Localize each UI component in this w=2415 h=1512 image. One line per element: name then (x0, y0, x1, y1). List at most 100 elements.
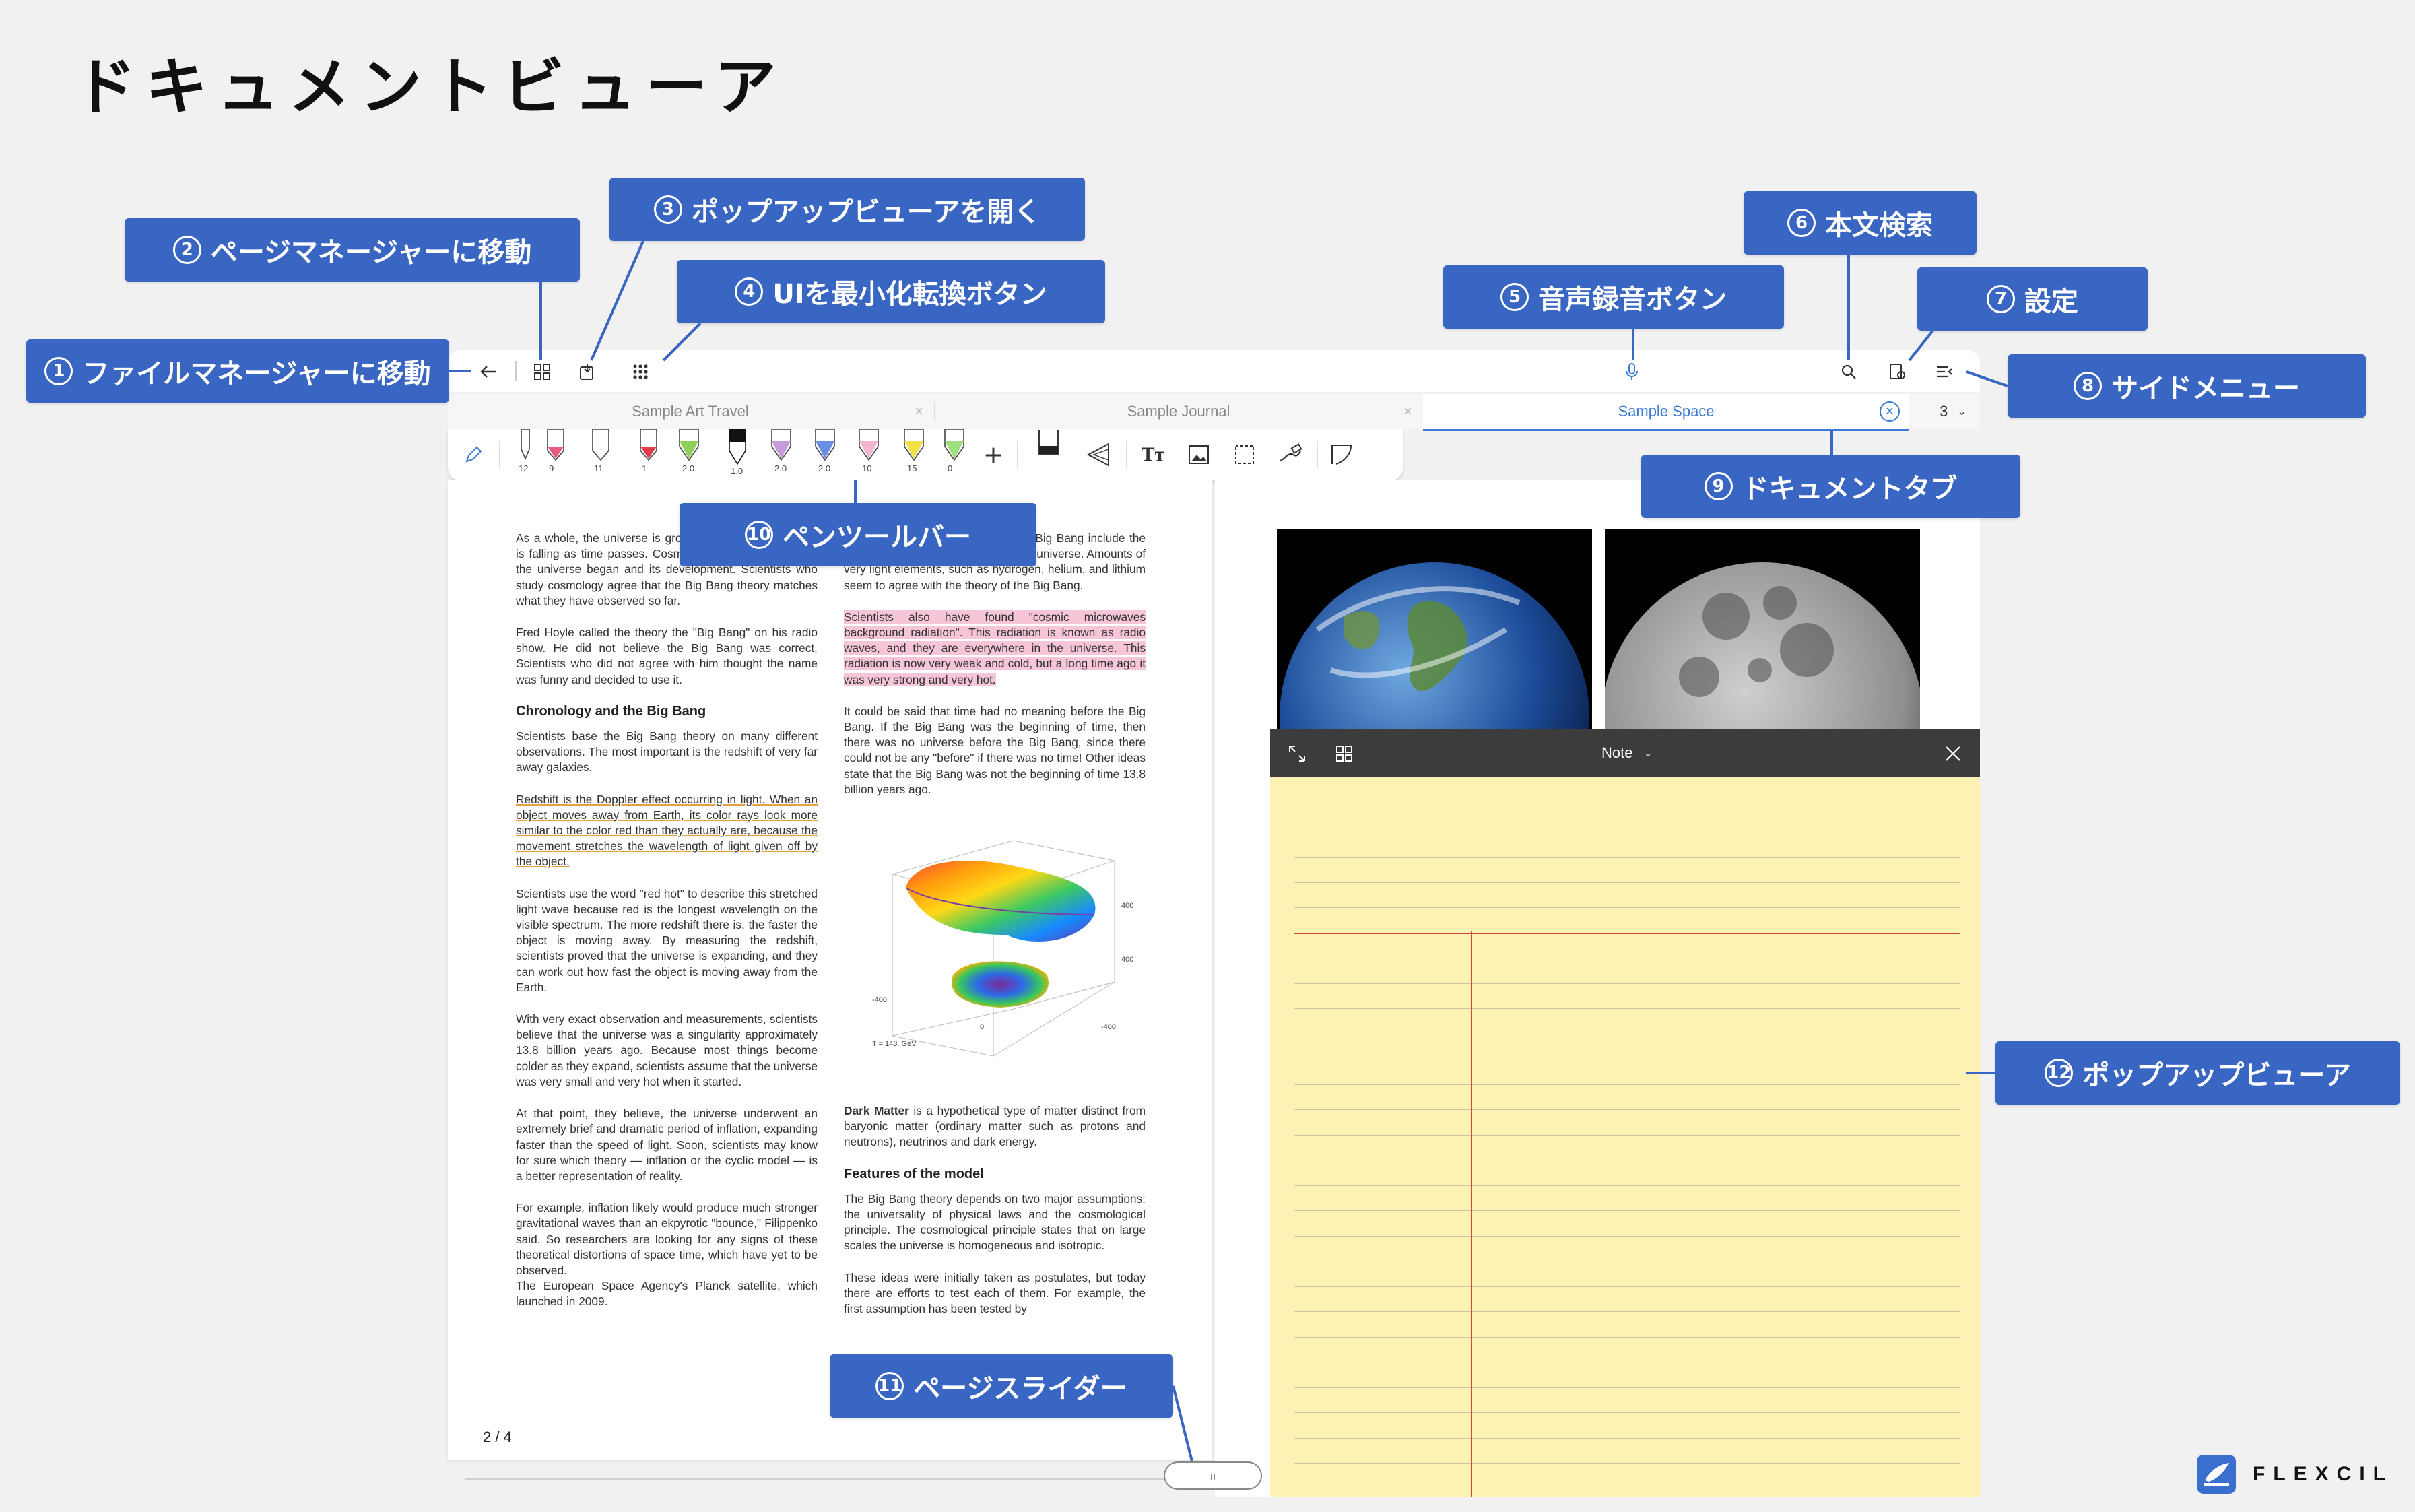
tab-sample-journal[interactable]: Sample Journal × (935, 394, 1422, 429)
pen-tool[interactable]: 0 (941, 428, 968, 473)
note-title: Note (1601, 744, 1633, 761)
page-slider-handle[interactable]: ıı (1164, 1461, 1262, 1490)
pen-size: 1.0 (731, 466, 743, 476)
tab-label: Sample Space (1618, 403, 1715, 420)
add-pen-icon[interactable]: + (980, 441, 1007, 469)
chevron-down-icon: ⌄ (1643, 748, 1653, 759)
settings-icon[interactable] (1884, 358, 1911, 385)
tab-sample-space[interactable]: Sample Space ✕ (1423, 394, 1909, 431)
3d-plot-figure: T = 148. GeV -400 0 400 -400 400 (872, 840, 1133, 1057)
callout-voice-record: 5 音声録音ボタン (1443, 265, 1784, 329)
close-icon[interactable]: × (915, 403, 923, 420)
callout-pen-toolbar: 10 ペンツールバー (680, 503, 1036, 566)
pen-size: 2.0 (818, 463, 831, 473)
paragraph: These ideas were initially taken as post… (844, 1270, 1146, 1316)
close-icon[interactable]: × (1403, 403, 1412, 420)
pen-tool[interactable]: 12 (512, 428, 539, 473)
paragraph: Scientists use the word "red hot" to des… (516, 886, 818, 994)
pen-tool[interactable]: 9 (542, 428, 569, 473)
pen-size: 2.0 (682, 463, 695, 473)
selection-tool-icon[interactable] (1230, 440, 1259, 469)
pen-tool[interactable]: 10 (855, 428, 882, 473)
link-tool-icon[interactable] (1276, 440, 1305, 469)
tab-count-dropdown[interactable]: 3 ⌄ (1929, 394, 1977, 429)
pen-tool[interactable]: 2.0 (812, 428, 838, 473)
callout-popup-viewer-open: 3 ポップアップビューアを開く (609, 178, 1085, 241)
page-number: 2 / 4 (483, 1428, 512, 1445)
microphone-icon[interactable] (1618, 358, 1645, 385)
document-tabs: Sample Art Travel × Sample Journal × Sam… (448, 394, 1980, 431)
pen-toolbar: 12 9 11 1 2.0 1.0 2.0 2.0 10 15 0 + Tт (448, 428, 1403, 480)
plot-tick: 400 (1121, 902, 1133, 910)
pen-tool[interactable]: 15 (900, 428, 927, 473)
eraser-icon[interactable] (1034, 429, 1063, 464)
pen-tool[interactable]: 1 (635, 428, 662, 473)
grid-icon[interactable] (1331, 740, 1358, 767)
plot-tick: -400 (872, 996, 887, 1004)
pen-tool[interactable]: 1.0 (724, 428, 751, 476)
paragraph: The European Space Agency's Planck satel… (516, 1279, 818, 1309)
pen-size: 11 (594, 463, 603, 473)
callout-file-manager: 1 ファイルマネージャーに移動 (26, 339, 449, 403)
close-icon[interactable]: ✕ (1880, 401, 1900, 422)
expand-icon[interactable] (1284, 740, 1311, 767)
pen-size: 12 (519, 463, 529, 473)
paragraph: At that point, they believe, the univers… (516, 1107, 818, 1183)
paragraph: Fred Hoyle called the theory the "Big Ba… (516, 626, 818, 686)
tab-label: Sample Journal (1127, 403, 1230, 420)
tab-count: 3 (1940, 403, 1948, 420)
document-page-left: As a whole, the universe is growing and … (448, 480, 1212, 1460)
popup-viewer-header: Note ⌄ (1270, 729, 1980, 777)
callout-settings: 7 設定 (1917, 267, 2148, 331)
callout-document-tabs: 9 ドキュメントタブ (1641, 455, 2020, 518)
plot-caption: T = 148. GeV (872, 1040, 917, 1048)
pen-mode-icon[interactable] (460, 441, 487, 468)
pen-tool[interactable]: 11 (587, 428, 614, 473)
page-manager-icon[interactable] (529, 358, 556, 385)
callout-page-slider: 11 ページスライダー (830, 1354, 1173, 1418)
pen-size: 15 (907, 463, 917, 473)
shape-tool-icon[interactable] (1327, 440, 1356, 469)
image-tool-icon[interactable] (1184, 440, 1214, 469)
underlined-paragraph: Redshift is the Doppler effect occurring… (516, 792, 818, 869)
chevron-down-icon: ⌄ (1957, 406, 1966, 418)
paragraph: For example, inflation likely would prod… (516, 1201, 818, 1277)
popup-viewer-icon[interactable] (574, 358, 601, 385)
pen-size: 1 (642, 463, 647, 473)
plot-tick: 0 (980, 1023, 984, 1031)
text-tool-icon[interactable]: Tт (1138, 440, 1168, 469)
callout-minimize-ui: 4 UIを最小化転換ボタン (677, 260, 1105, 323)
highlighted-paragraph: Scientists also have found "cosmic micro… (844, 610, 1146, 686)
paragraph: It could be said that time had no meanin… (844, 704, 1146, 796)
paragraph: With very exact observation and measurem… (516, 1012, 818, 1088)
paragraph: Scientists base the Big Bang theory on m… (516, 729, 818, 775)
lasso-tool-icon[interactable] (1084, 440, 1114, 469)
callout-page-manager: 2 ページマネージャーに移動 (125, 218, 580, 282)
tab-sample-art-travel[interactable]: Sample Art Travel × (448, 394, 933, 429)
callout-text-search: 6 本文検索 (1744, 191, 1977, 255)
pen-size: 0 (948, 463, 953, 473)
minimize-ui-icon[interactable] (627, 358, 654, 385)
text-column-right-lower: Dark Matter is a hypothetical type of ma… (844, 1103, 1146, 1333)
document-toolbar (448, 350, 1980, 392)
tab-label: Sample Art Travel (632, 403, 749, 420)
pen-tool[interactable]: 2.0 (675, 428, 702, 473)
earth-image (1277, 529, 1592, 737)
callout-popup-viewer: 12 ポップアップビューア (1995, 1041, 2400, 1105)
page-slider-track[interactable] (465, 1478, 1165, 1480)
section-heading: Features of the model (844, 1166, 984, 1181)
close-icon[interactable] (1940, 740, 1966, 767)
plot-tick: 400 (1121, 956, 1133, 964)
brand-name: FLEXCIL (2253, 1463, 2393, 1485)
term-bold: Dark Matter (844, 1104, 909, 1117)
pen-size: 10 (862, 463, 872, 473)
paragraph: The Big Bang theory depends on two major… (844, 1191, 1146, 1253)
pen-tool[interactable]: 2.0 (768, 428, 795, 473)
search-icon[interactable] (1835, 358, 1862, 385)
popup-viewer[interactable] (1270, 729, 1980, 1497)
pen-size: 2.0 (774, 463, 787, 473)
side-menu-icon[interactable] (1931, 358, 1958, 385)
text-column-left: As a whole, the universe is growing and … (516, 531, 818, 1326)
back-arrow-icon[interactable] (475, 358, 502, 385)
note-title-dropdown[interactable]: Note ⌄ (1573, 742, 1681, 764)
